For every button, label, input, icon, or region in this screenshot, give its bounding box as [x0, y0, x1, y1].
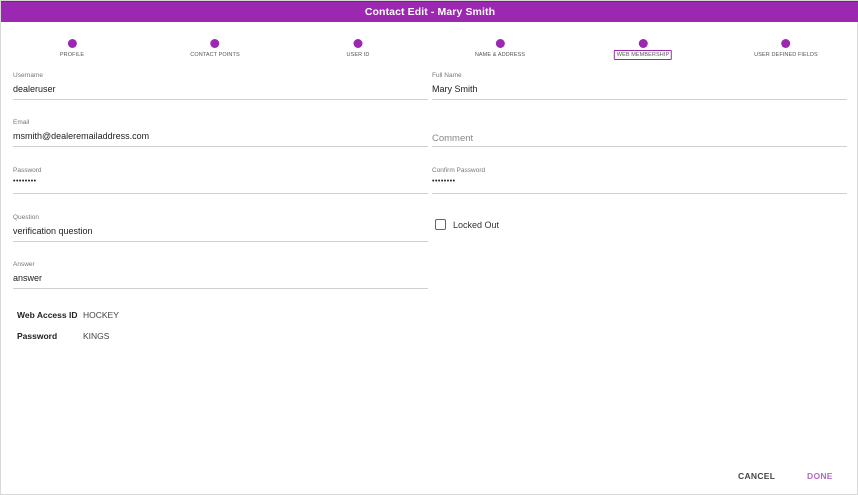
step-profile[interactable]: PROFILE — [60, 39, 84, 58]
step-label: PROFILE — [59, 52, 85, 58]
step-label: USER ID — [346, 52, 370, 58]
step-label: WEB MEMBERSHIP — [613, 50, 673, 60]
step-dot — [638, 39, 648, 48]
full-name-label: Full Name — [432, 72, 462, 79]
web-access-id-label: Web Access ID — [17, 310, 78, 320]
locked-out-checkbox[interactable]: Locked Out — [435, 219, 499, 230]
comment-placeholder: Comment — [432, 133, 474, 144]
question-field[interactable]: Question verification question — [13, 214, 428, 242]
username-value: dealeruser — [13, 84, 56, 94]
step-contact-points[interactable]: CONTACT POINTS — [190, 39, 240, 58]
cancel-button[interactable]: CANCEL — [738, 471, 775, 481]
stepper: PROFILE CONTACT POINTS USER ID NAME & AD… — [1, 39, 858, 69]
confirm-password-value: •••••••• — [432, 178, 456, 185]
web-access-password-row: Password KINGS — [17, 331, 217, 343]
checkbox-icon[interactable] — [435, 219, 446, 230]
email-field[interactable]: Email msmith@dealeremailaddress.com — [13, 119, 428, 147]
comment-field[interactable]: Comment — [432, 119, 847, 147]
password-field[interactable]: Password •••••••• — [13, 167, 428, 194]
email-value: msmith@dealeremailaddress.com — [13, 131, 150, 141]
username-label: Username — [13, 72, 43, 79]
step-label: NAME & ADDRESS — [474, 52, 526, 58]
question-label: Question — [13, 214, 40, 221]
full-name-value: Mary Smith — [432, 84, 478, 94]
step-dot — [495, 39, 505, 48]
locked-out-label: Locked Out — [453, 219, 500, 230]
step-dot — [210, 39, 220, 48]
step-name-address[interactable]: NAME & ADDRESS — [475, 39, 525, 58]
answer-value: answer — [13, 273, 43, 283]
step-dot — [353, 39, 363, 48]
answer-label: Answer — [13, 261, 35, 268]
step-user-id[interactable]: USER ID — [346, 39, 369, 58]
step-label: USER DEFINED FIELDS — [754, 52, 818, 58]
full-name-field[interactable]: Full Name Mary Smith — [432, 72, 847, 100]
password-value: •••••••• — [13, 178, 37, 185]
password-label: Password — [13, 167, 42, 174]
username-field[interactable]: Username dealeruser — [13, 72, 428, 100]
email-label: Email — [13, 119, 30, 126]
step-dot — [781, 39, 791, 48]
dialog-title: Contact Edit - Mary Smith — [364, 6, 496, 18]
confirm-password-field[interactable]: Confirm Password •••••••• — [432, 167, 847, 194]
web-access-id-value: HOCKEY — [83, 310, 119, 320]
web-access-password-value: KINGS — [83, 331, 110, 341]
step-web-membership[interactable]: WEB MEMBERSHIP — [613, 39, 673, 60]
step-user-defined-fields[interactable]: USER DEFINED FIELDS — [754, 39, 818, 58]
answer-field[interactable]: Answer answer — [13, 261, 428, 289]
web-access-password-label: Password — [17, 331, 58, 341]
confirm-password-label: Confirm Password — [432, 167, 486, 174]
step-label: CONTACT POINTS — [190, 52, 240, 58]
step-dot — [67, 39, 77, 48]
web-access-id-row: Web Access ID HOCKEY — [17, 310, 217, 322]
question-value: verification question — [13, 226, 93, 236]
contact-edit-dialog: Contact Edit - Mary Smith PROFILE CONTAC… — [0, 0, 858, 495]
dialog-title-bar: Contact Edit - Mary Smith — [1, 1, 858, 22]
done-button[interactable]: DONE — [807, 471, 833, 481]
